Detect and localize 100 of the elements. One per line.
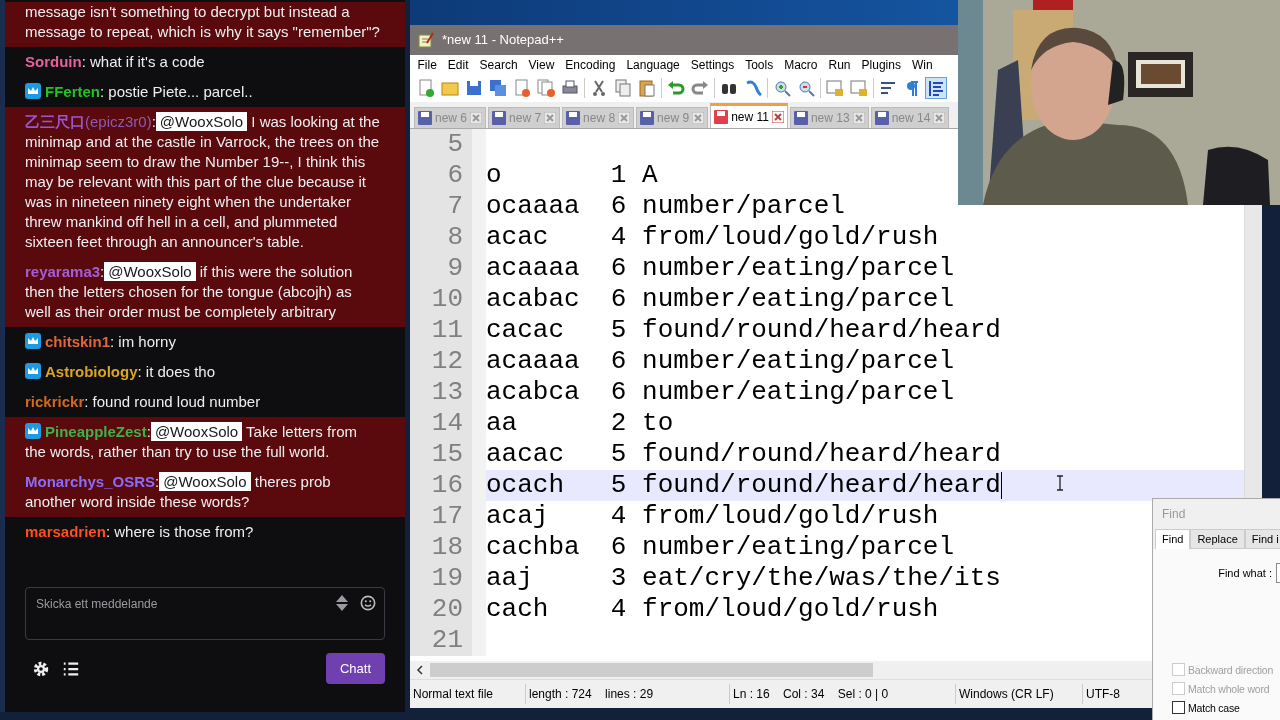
code-line: aaj 3 eat/cry/the/was/the/its (486, 562, 1001, 594)
line-number: 21 (410, 624, 486, 656)
tab-label: new 9 (657, 110, 690, 125)
find-input[interactable] (1276, 563, 1280, 583)
chat-message: FFerten: postie Piete... parcel.. (5, 77, 405, 107)
chat-message: marsadrien: where is those from? (24, 522, 255, 542)
dialog-tab[interactable]: Find i (1244, 529, 1280, 549)
text-cursor-icon (1056, 474, 1064, 491)
line-number: 16 (410, 469, 486, 501)
code-line: aacac 5 found/round/heard/heard (486, 438, 1001, 470)
menu-item[interactable]: Win (906, 57, 939, 72)
checkbox[interactable] (1172, 701, 1185, 714)
file-tab[interactable]: new 11 (710, 102, 788, 128)
username[interactable]: marsadrien (25, 523, 106, 540)
line-number: 20 (410, 593, 486, 625)
username[interactable]: Sorduin (25, 53, 82, 70)
mention-chip[interactable]: @WooxSolo (150, 422, 243, 441)
line-number: 14 (410, 407, 486, 439)
line-number: 5 (410, 128, 486, 160)
window-lock-icon[interactable] (825, 78, 845, 99)
tab-label: new 13 (810, 110, 850, 125)
mention-chip[interactable]: @WooxSolo (159, 472, 251, 491)
chat-input[interactable]: Skicka ett meddelande (25, 587, 385, 640)
close-icon[interactable] (771, 110, 784, 123)
close-all-icon[interactable] (536, 78, 556, 99)
code-line: acaaaa 6 number/eating/parcel (486, 345, 955, 377)
code-line: acac 4 from/loud/gold/rush (486, 221, 939, 253)
checkbox-label: Match whole word (1188, 682, 1270, 695)
menu-item[interactable]: Settings (685, 57, 740, 72)
clipboard-icon[interactable] (637, 78, 657, 99)
list-icon[interactable] (62, 659, 80, 678)
code-line: acaj 4 from/loud/gold/rush (486, 500, 939, 532)
chat-message: Sorduin: what if it's a code (24, 52, 206, 72)
menu-item[interactable]: Tools (739, 57, 779, 72)
zoom-in-icon[interactable] (772, 78, 792, 99)
menu-item[interactable]: Run (823, 57, 857, 72)
placeholder: Skicka ett meddelande (36, 596, 159, 613)
line-number: 13 (410, 376, 486, 408)
new-file-icon[interactable] (416, 78, 436, 99)
menu-item[interactable]: View (523, 57, 560, 72)
status-text: Normal text file (410, 684, 526, 704)
save-all-icon[interactable] (488, 78, 508, 99)
copy-icon[interactable] (613, 78, 633, 99)
menu-item[interactable]: Language (620, 57, 686, 72)
scroll-left-icon[interactable] (416, 665, 424, 676)
code-line: acabac 6 number/eating/parcel (486, 283, 955, 315)
username-alt: (epicz3r0) (85, 113, 152, 130)
field-label: Find what : (1218, 567, 1272, 579)
menu-item[interactable]: Macro (778, 57, 823, 72)
chat-message: PineappleZest: @WooxSolo Take letters from the words, rather than try to use the full world. (5, 417, 405, 467)
menu-item[interactable]: File (412, 57, 443, 72)
indent-guide-icon[interactable] (926, 78, 946, 99)
username[interactable]: FFerten (45, 83, 100, 100)
chat-message: message isn't something to decrypt but instead a message to repeat, which is why it says "remember"? (5, 2, 405, 47)
chat-message: chitskin1: im horny (5, 327, 405, 357)
code-line: acaaaa 6 number/eating/parcel (486, 252, 955, 284)
close-icon[interactable] (544, 111, 557, 124)
chat-message: rickrickr: found round loud number (24, 392, 262, 412)
code-line: acabca 6 number/eating/parcel (486, 376, 955, 408)
line-number: 9 (410, 252, 486, 284)
window-lock-icon[interactable] (849, 78, 869, 99)
checkbox-label: Backward direction (1188, 663, 1274, 676)
dialog-tab[interactable]: Find (1155, 529, 1191, 549)
dialog-tab[interactable]: Replace (1190, 529, 1245, 549)
scroll-thumb[interactable] (430, 663, 873, 678)
zoom-out-icon[interactable] (796, 78, 816, 99)
status-text: Windows (CR LF) (956, 684, 1083, 704)
mention-chip[interactable]: @WooxSolo (104, 262, 196, 281)
line-number: 19 (410, 562, 486, 594)
menu-item[interactable]: Plugins (856, 57, 907, 72)
settings-icon[interactable] (32, 659, 50, 678)
close-icon[interactable] (933, 111, 946, 124)
username[interactable]: Astrobiology (45, 363, 138, 380)
tab-label: new 8 (583, 110, 616, 125)
close-icon[interactable] (618, 111, 631, 124)
status-text: length : 724 lines : 29 (526, 684, 730, 704)
menu-item[interactable]: Encoding (559, 57, 621, 72)
send-button[interactable]: Chatt (325, 653, 385, 684)
code-line: ocaaaa 6 number/parcel (486, 190, 845, 222)
close-icon[interactable] (852, 111, 865, 124)
status-text: Ln : 16 Col : 34 Sel : 0 | 0 (730, 684, 956, 704)
line-number: 6 (410, 159, 486, 191)
dialog-title: Find (1161, 506, 1187, 523)
updown-arrows-icon[interactable] (334, 594, 350, 612)
menu-item[interactable]: Search (474, 57, 524, 72)
tab-label: new 14 (891, 110, 931, 125)
close-file-icon[interactable] (512, 78, 532, 99)
chat-message: Monarchys_OSRS: @WooxSolo theres prob another word inside these words? (5, 467, 405, 517)
close-icon[interactable] (470, 111, 483, 124)
username[interactable]: PineappleZest (45, 423, 147, 440)
close-icon[interactable] (692, 111, 705, 124)
mention-chip[interactable]: @WooxSolo (155, 112, 248, 131)
line-number: 12 (410, 345, 486, 377)
chat-message: reyarama3: @WooxSolo if this were the solution then the letters chosen for the tongue (abcojh) as well as their order must be completely arbitrary (5, 257, 405, 327)
code-line: cachba 6 number/eating/parcel (486, 531, 955, 563)
smiley-icon[interactable] (360, 594, 376, 612)
line-number: 7 (410, 190, 486, 222)
tab-label: new 7 (509, 110, 542, 125)
menu-item[interactable]: Edit (442, 57, 475, 72)
checkbox-label: Match case (1188, 701, 1240, 714)
